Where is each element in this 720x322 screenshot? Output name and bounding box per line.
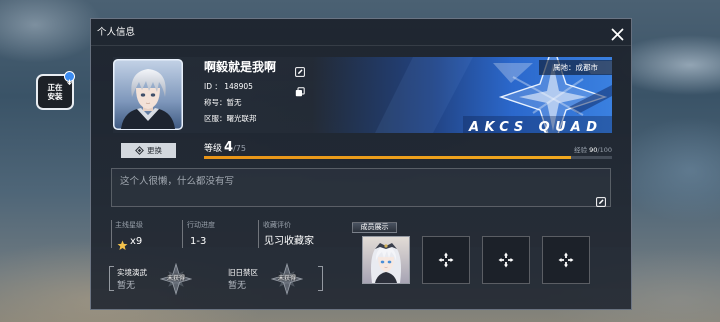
rank-badge-forbidden-zone: 未获得 xyxy=(270,262,304,296)
close-icon[interactable] xyxy=(611,26,624,41)
exp-readout: 经验 90/100 xyxy=(574,146,612,154)
rank-bracket-left xyxy=(109,266,114,291)
change-avatar-button[interactable]: 更换 xyxy=(121,143,176,158)
download-arrow-icon xyxy=(67,79,72,86)
collection-rating-value: 见习收藏家 xyxy=(264,236,314,247)
edit-name-icon[interactable] xyxy=(295,62,305,77)
player-title-value: 暂无 xyxy=(226,98,242,107)
member-slot-1[interactable] xyxy=(362,236,410,284)
change-avatar-label: 更换 xyxy=(147,146,162,155)
player-id-value: 148905 xyxy=(224,82,253,91)
player-server-label: 区服： xyxy=(204,114,227,123)
member-slot-2[interactable] xyxy=(422,236,470,284)
stat-divider xyxy=(258,220,259,248)
mission-progress-value: 1-3 xyxy=(190,236,207,247)
banner-logo-text: AKCS QUAD xyxy=(468,120,597,133)
install-status-line2: 安装 xyxy=(47,92,63,101)
dialog-title: 个人信息 xyxy=(97,27,136,38)
mission-progress-label: 行动进度 xyxy=(187,221,215,229)
player-title-label: 称号： xyxy=(204,98,227,107)
member-portrait[interactable] xyxy=(363,237,409,283)
rank-value-forbidden-zone: 暂无 xyxy=(228,281,247,291)
member-slot-3[interactable] xyxy=(482,236,530,284)
dialog-title-bar: 个人信息 xyxy=(91,19,631,46)
copy-icon[interactable] xyxy=(295,87,305,97)
player-avatar[interactable] xyxy=(113,59,183,130)
installing-app-icon[interactable]: 正在 安装 xyxy=(36,71,75,110)
exp-label: 经验 xyxy=(574,146,588,154)
player-id-label: ID ： xyxy=(204,82,222,91)
rank-bracket-right xyxy=(318,266,323,291)
level-current: 4 xyxy=(224,140,234,155)
rank-label-forbidden-zone: 旧日禁区 xyxy=(228,268,258,277)
rank-badge-text-warzone: 未获得 xyxy=(166,275,185,282)
install-status-line1: 正在 xyxy=(47,83,63,92)
download-badge-icon xyxy=(64,71,75,86)
player-server-row: 区服：曙光联邦 xyxy=(204,114,257,124)
main-story-stars-value: x9 xyxy=(130,236,143,247)
exp-bar-fill xyxy=(204,156,572,159)
edit-icon[interactable] xyxy=(596,192,606,207)
member-slot-4[interactable] xyxy=(542,236,590,284)
signature-pencil-icon[interactable] xyxy=(596,197,606,207)
add-member-icon[interactable] xyxy=(498,252,514,268)
level-display: 等级 4 /75 xyxy=(204,140,246,156)
swap-icon xyxy=(135,146,144,155)
add-member-icon[interactable] xyxy=(558,252,574,268)
team-banner-logo: AKCS QUAD xyxy=(375,57,612,133)
player-name: 啊毅就是我啊 xyxy=(204,60,277,74)
avatar-portrait[interactable] xyxy=(113,59,183,130)
signature-text: 这个人很懒，什么都没有写 xyxy=(120,176,235,187)
member-showcase-label: 成员展示 xyxy=(352,222,397,233)
exp-max: /100 xyxy=(597,146,612,154)
rank-value-warzone: 暂无 xyxy=(117,281,136,291)
player-server-value: 曙光联邦 xyxy=(226,114,257,123)
star-icon xyxy=(117,236,128,250)
profile-header: AKCS QUAD xyxy=(113,57,612,133)
stat-divider xyxy=(111,220,112,248)
close-x-glyph[interactable] xyxy=(611,28,624,41)
level-label: 等级 xyxy=(204,144,223,154)
stat-divider xyxy=(182,220,183,248)
rank-badge-warzone: 未获得 xyxy=(159,262,193,296)
exp-progress-bar xyxy=(204,156,612,159)
player-id-row: ID ： 148905 xyxy=(204,82,253,92)
personal-info-dialog: 个人信息 AKCS QUAD 属地：成都市 啊毅就是我啊 ID ： 148905… xyxy=(90,18,632,310)
pencil-icon[interactable] xyxy=(295,67,305,77)
signature-box[interactable]: 这个人很懒，什么都没有写 xyxy=(111,168,611,207)
main-story-stars-label: 主线星级 xyxy=(115,221,143,229)
gold-star-glyph xyxy=(117,240,128,250)
copy-id-icon[interactable] xyxy=(295,82,305,97)
player-title-row: 称号：暂无 xyxy=(204,98,242,108)
location-tag: 属地：成都市 xyxy=(539,60,612,75)
rank-badge-text-forbidden-zone: 未获得 xyxy=(277,275,296,282)
level-max: /75 xyxy=(233,144,246,153)
add-member-icon[interactable] xyxy=(438,252,454,268)
rank-label-warzone: 实境演武 xyxy=(117,268,147,277)
collection-rating-label: 收藏评价 xyxy=(263,221,291,229)
